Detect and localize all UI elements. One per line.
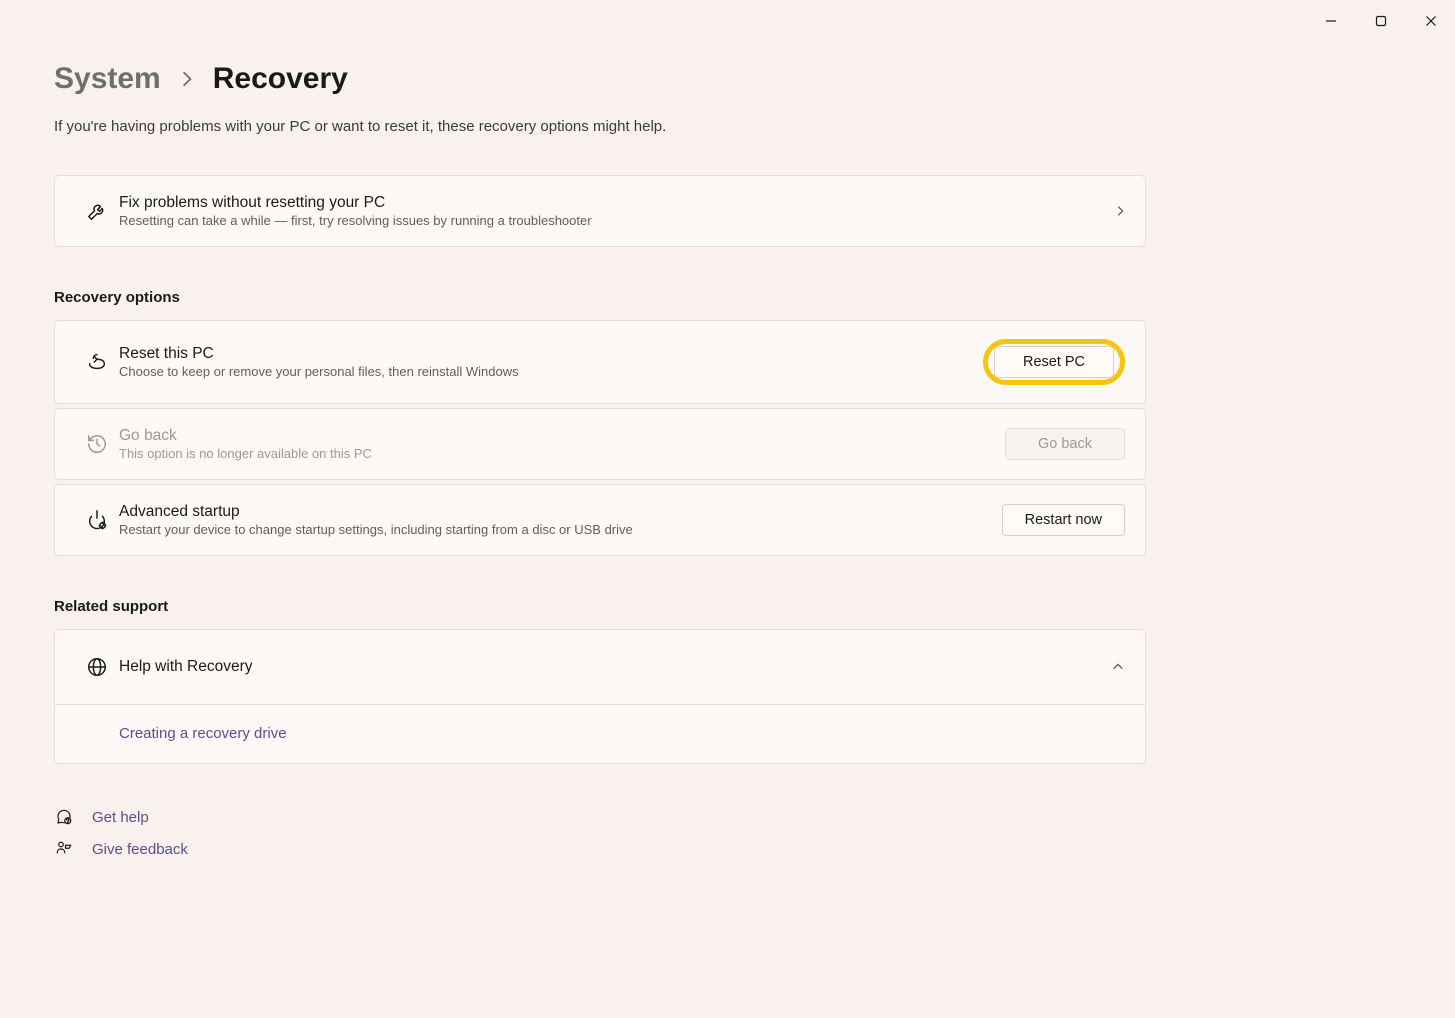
fix-problems-card[interactable]: Fix problems without resetting your PC R… [54,175,1146,247]
restart-now-button[interactable]: Restart now [1002,504,1125,536]
maximize-button[interactable] [1359,6,1403,36]
chevron-right-icon [181,70,193,88]
go-back-title: Go back [119,427,1005,445]
help-chat-icon [54,808,74,826]
give-feedback-label: Give feedback [92,841,188,858]
reset-pc-title: Reset this PC [119,345,983,363]
window-controls [1307,0,1455,42]
chevron-right-icon [1115,204,1125,218]
get-help-label: Get help [92,809,149,826]
reset-pc-button[interactable]: Reset PC [994,346,1114,378]
go-back-button: Go back [1005,428,1125,460]
minimize-button[interactable] [1309,6,1353,36]
go-back-subtitle: This option is no longer available on th… [119,446,1005,461]
advanced-startup-subtitle: Restart your device to change startup se… [119,522,1002,537]
page-title: Recovery [213,62,348,96]
breadcrumb-parent[interactable]: System [54,62,161,96]
breadcrumb: System Recovery [54,62,1146,96]
reset-icon [75,351,119,373]
go-back-card: Go back This option is no longer availab… [54,408,1146,480]
power-gear-icon [75,509,119,531]
intro-text: If you're having problems with your PC o… [54,118,1146,135]
feedback-icon [54,840,74,858]
help-recovery-expanded: Creating a recovery drive [54,705,1146,764]
highlight-annotation: Reset PC [983,339,1125,385]
fix-problems-title: Fix problems without resetting your PC [119,194,1115,212]
reset-pc-subtitle: Choose to keep or remove your personal f… [119,364,983,379]
close-button[interactable] [1409,6,1453,36]
recovery-options-header: Recovery options [54,289,1146,306]
advanced-startup-card: Advanced startup Restart your device to … [54,484,1146,556]
reset-pc-card: Reset this PC Choose to keep or remove y… [54,320,1146,404]
help-recovery-card[interactable]: Help with Recovery [54,629,1146,705]
fix-problems-subtitle: Resetting can take a while — first, try … [119,213,1115,228]
chevron-up-icon [1111,662,1125,672]
help-recovery-title: Help with Recovery [119,658,1111,676]
related-support-header: Related support [54,598,1146,615]
advanced-startup-title: Advanced startup [119,503,1002,521]
recovery-drive-link[interactable]: Creating a recovery drive [119,725,287,742]
globe-icon [75,656,119,678]
wrench-icon [75,200,119,222]
history-icon [75,433,119,455]
give-feedback-link[interactable]: Give feedback [54,840,1146,858]
get-help-link[interactable]: Get help [54,808,1146,826]
